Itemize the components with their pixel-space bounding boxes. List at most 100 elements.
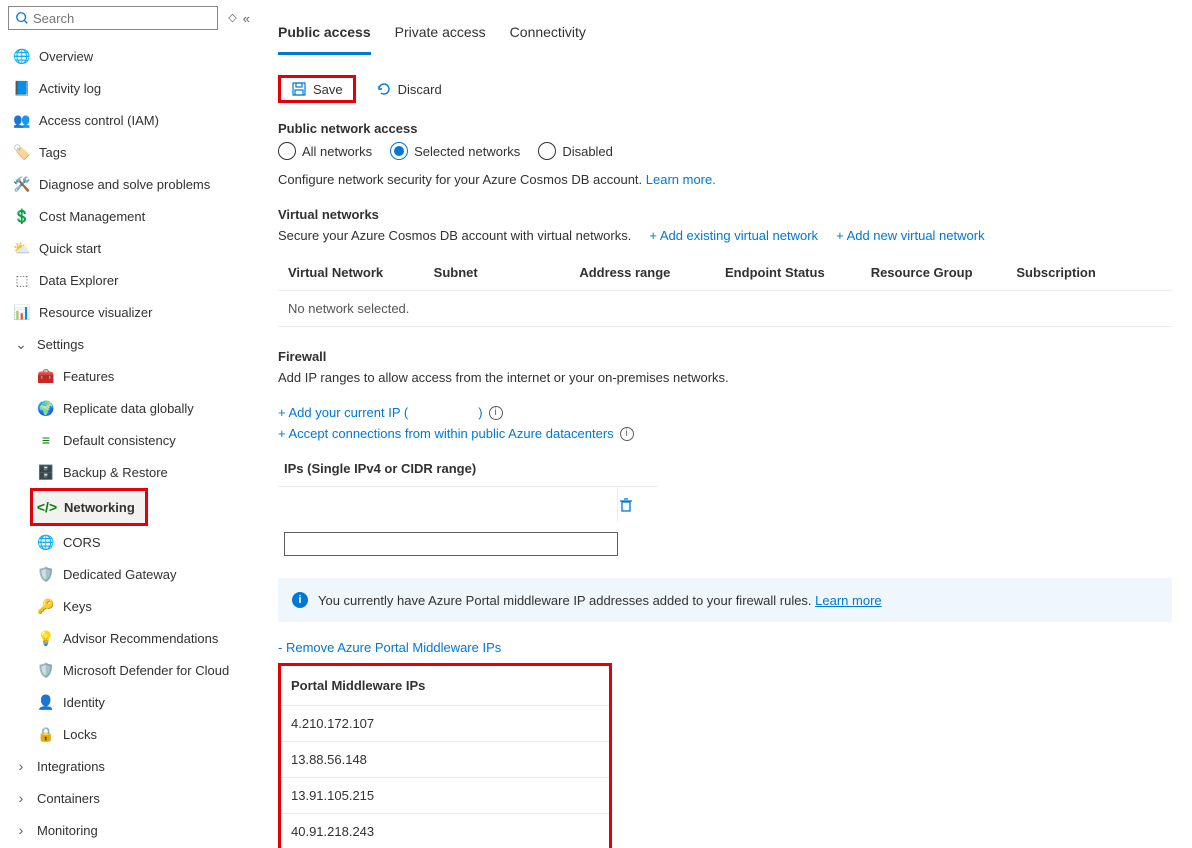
nav-settings-group[interactable]: ⌄ Settings — [0, 328, 258, 360]
nav-integrations-group[interactable]: ›Integrations — [0, 750, 258, 782]
nav-label: Monitoring — [37, 823, 98, 838]
mw-row: 13.88.56.148 — [281, 741, 609, 777]
add-current-ip-link[interactable]: + Add your current IP () — [278, 405, 483, 420]
nav-activity-log[interactable]: 📘Activity log — [0, 72, 258, 104]
nav-label: Settings — [37, 337, 84, 352]
accept-datacenter-link[interactable]: Accept connections from within public Az… — [278, 426, 614, 441]
nav-consistency[interactable]: ≡Default consistency — [0, 424, 258, 456]
tabs: Public access Private access Connectivit… — [278, 20, 1172, 55]
col-status: Endpoint Status — [725, 265, 871, 280]
tab-public[interactable]: Public access — [278, 20, 371, 55]
vn-empty-text: No network selected. — [288, 301, 434, 316]
nav-backup[interactable]: 🗄️Backup & Restore — [0, 456, 258, 488]
sidebar: ◇ « 🌐Overview 📘Activity log 👥Access cont… — [0, 0, 258, 848]
nav-label: Networking — [64, 500, 135, 515]
banner-text: You currently have Azure Portal middlewa… — [318, 593, 882, 608]
delete-ip-button[interactable] — [618, 497, 658, 513]
nav-label: Overview — [39, 49, 93, 64]
gateway-icon: 🛡️ — [38, 566, 54, 582]
add-existing-vn-link[interactable]: Add existing virtual network — [649, 228, 818, 243]
ip-input[interactable] — [284, 532, 618, 556]
chevron-down-icon: ⌄ — [14, 336, 28, 352]
nav-containers-group[interactable]: ›Containers — [0, 782, 258, 814]
col-range: Address range — [579, 265, 725, 280]
advisor-icon: 💡 — [38, 630, 54, 646]
discard-button[interactable]: Discard — [366, 75, 452, 103]
ip-table: IPs (Single IPv4 or CIDR range) — [278, 451, 658, 522]
nav-gateway[interactable]: 🛡️ Dedicated Gateway — [0, 558, 258, 590]
network-icon: </> — [39, 499, 55, 515]
nav-quickstart[interactable]: ⛅Quick start — [0, 232, 258, 264]
nav-diagnose[interactable]: 🛠️Diagnose and solve problems — [0, 168, 258, 200]
shield-icon: 🛡️ — [38, 662, 54, 678]
nav-features[interactable]: 🧰 Features — [0, 360, 258, 392]
remove-middleware-link[interactable]: - Remove Azure Portal Middleware IPs — [278, 640, 501, 655]
trash-icon — [618, 497, 634, 513]
pna-title: Public network access — [278, 121, 1172, 136]
nav-advisor[interactable]: 💡Advisor Recommendations — [0, 622, 258, 654]
col-vn: Virtual Network — [288, 265, 434, 280]
nav-label: Data Explorer — [39, 273, 118, 288]
nav-label: Access control (IAM) — [39, 113, 159, 128]
bars-icon: ≡ — [38, 432, 54, 448]
nav-label: Replicate data globally — [63, 401, 194, 416]
radio-all-networks[interactable]: All networks — [278, 142, 372, 160]
nav-networking[interactable]: </> Networking — [33, 491, 145, 523]
sort-toggle-icon[interactable]: ◇ — [228, 11, 236, 26]
save-button[interactable]: Save — [278, 75, 356, 103]
nav-locks[interactable]: 🔒Locks — [0, 718, 258, 750]
mw-header: Portal Middleware IPs — [281, 666, 609, 705]
pna-radios: All networks Selected networks Disabled — [278, 142, 1172, 160]
nav-label: Features — [63, 369, 114, 384]
nav-cors[interactable]: 🌐 CORS — [0, 526, 258, 558]
nav-cost[interactable]: 💲Cost Management — [0, 200, 258, 232]
nav-resource-visualizer[interactable]: 📊Resource visualizer — [0, 296, 258, 328]
nav-defender[interactable]: 🛡️ Microsoft Defender for Cloud — [0, 654, 258, 686]
toolbox-icon: 🧰 — [38, 368, 54, 384]
nav-iam[interactable]: 👥Access control (IAM) — [0, 104, 258, 136]
nav-label: CORS — [63, 535, 101, 550]
cors-icon: 🌐 — [38, 534, 54, 550]
cost-icon: 💲 — [14, 208, 30, 224]
nav-identity[interactable]: 👤Identity — [0, 686, 258, 718]
nav-data-explorer[interactable]: ⬚Data Explorer — [0, 264, 258, 296]
nav-label: Tags — [39, 145, 66, 160]
col-subnet: Subnet — [434, 265, 580, 280]
info-icon: i — [292, 592, 308, 608]
nav-overview[interactable]: 🌐Overview — [0, 40, 258, 72]
info-icon[interactable]: i — [620, 427, 634, 441]
search-bar: ◇ « — [0, 0, 258, 36]
learn-more-link[interactable]: Learn more. — [646, 172, 716, 187]
nav-label: Quick start — [39, 241, 101, 256]
info-icon[interactable]: i — [489, 406, 503, 420]
tab-connectivity[interactable]: Connectivity — [510, 20, 586, 55]
add-new-vn-link[interactable]: Add new virtual network — [836, 228, 985, 243]
save-label: Save — [313, 82, 343, 97]
search-icon — [15, 11, 29, 25]
search-input-wrap[interactable] — [8, 6, 218, 30]
nav-label: Diagnose and solve problems — [39, 177, 210, 192]
radio-selected-networks[interactable]: Selected networks — [390, 142, 520, 160]
nav-label: Containers — [37, 791, 100, 806]
tab-private[interactable]: Private access — [395, 20, 486, 55]
nav-label: Microsoft Defender for Cloud — [63, 663, 229, 678]
nav-label: Dedicated Gateway — [63, 567, 176, 582]
nav-monitoring-group[interactable]: ›Monitoring — [0, 814, 258, 846]
collapse-sidebar-icon[interactable]: « — [243, 11, 250, 26]
radio-label: Disabled — [562, 144, 613, 159]
nav-label: Backup & Restore — [63, 465, 168, 480]
nav-replicate[interactable]: 🌍Replicate data globally — [0, 392, 258, 424]
nav-keys[interactable]: 🔑Keys — [0, 590, 258, 622]
radio-disabled[interactable]: Disabled — [538, 142, 613, 160]
ip-cell-empty — [278, 487, 618, 522]
search-input[interactable] — [33, 11, 211, 26]
fw-desc: Add IP ranges to allow access from the i… — [278, 370, 1172, 385]
nav: 🌐Overview 📘Activity log 👥Access control … — [0, 36, 258, 846]
nav-label: Keys — [63, 599, 92, 614]
radio-icon — [278, 142, 296, 160]
log-icon: 📘 — [14, 80, 30, 96]
nav-tags[interactable]: 🏷️Tags — [0, 136, 258, 168]
learn-more-link[interactable]: Learn more — [815, 593, 881, 608]
identity-icon: 👤 — [38, 694, 54, 710]
fw-title: Firewall — [278, 349, 1172, 364]
